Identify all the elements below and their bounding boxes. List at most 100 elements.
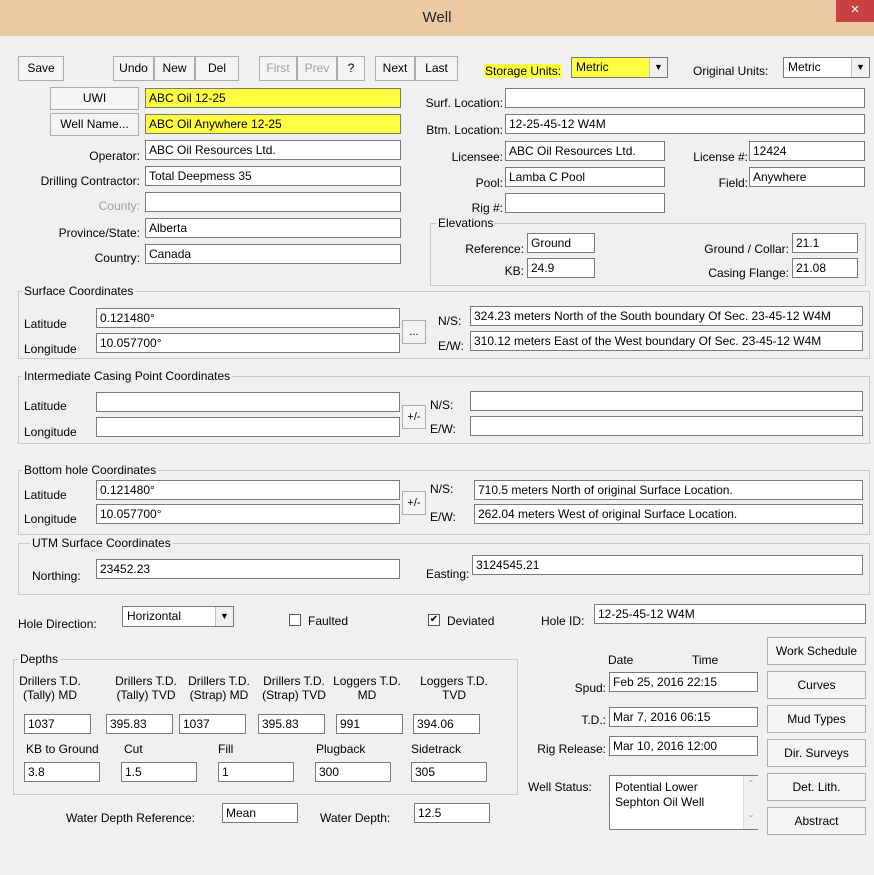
intermediate-latitude-field[interactable]	[96, 392, 400, 412]
license-field[interactable]: 12424	[749, 141, 865, 161]
next-button[interactable]: Next	[375, 56, 415, 81]
bottom-latitude-field[interactable]: 0.121480°	[96, 480, 400, 500]
surface-ns-field[interactable]: 324.23 meters North of the South boundar…	[470, 306, 863, 326]
chevron-up-icon: ⌃	[747, 779, 755, 788]
bottom-longitude-field[interactable]: 10.057700°	[96, 504, 400, 524]
licensee-field[interactable]: ABC Oil Resources Ltd.	[505, 141, 665, 161]
chevron-down-icon: ▼	[851, 58, 869, 77]
rig-field[interactable]	[505, 193, 665, 213]
td-field[interactable]: Mar 7, 2016 06:15	[609, 707, 758, 727]
kb-field[interactable]: 24.9	[527, 258, 595, 278]
sidetrack-field[interactable]: 305	[411, 762, 487, 782]
delete-button[interactable]: Del	[195, 56, 239, 81]
rig-release-field[interactable]: Mar 10, 2016 12:00	[609, 736, 758, 756]
well-status-field[interactable]: Potential Lower Sephton Oil Well	[609, 775, 758, 830]
northing-field[interactable]: 23452.23	[96, 559, 400, 579]
uwi-field[interactable]: ABC Oil 12-25	[145, 88, 401, 108]
bottom-latitude-label: Latitude	[24, 488, 67, 502]
loggers-md-field[interactable]: 991	[336, 714, 403, 734]
kb-to-ground-label: KB to Ground	[26, 742, 99, 756]
province-state-field[interactable]: Alberta	[145, 218, 401, 238]
plugback-field[interactable]: 300	[315, 762, 391, 782]
ground-collar-field[interactable]: 21.1	[792, 233, 858, 253]
help-button[interactable]: ?	[337, 56, 365, 81]
casing-flange-field[interactable]: 21.08	[792, 258, 858, 278]
spud-field[interactable]: Feb 25, 2016 22:15	[609, 672, 758, 692]
abstract-button[interactable]: Abstract	[767, 807, 866, 835]
drilling-contractor-field[interactable]: Total Deepmess 35	[145, 166, 401, 186]
tally-tvd-header: Drillers T.D. (Tally) TVD	[106, 674, 186, 702]
prev-button[interactable]: Prev	[297, 56, 337, 81]
intermediate-offset-button[interactable]: +/-	[402, 405, 426, 429]
surface-latitude-field[interactable]: 0.121480°	[96, 308, 400, 328]
pool-field[interactable]: Lamba C Pool	[505, 167, 665, 187]
save-button[interactable]: Save	[18, 56, 64, 81]
reference-field[interactable]: Ground	[527, 233, 595, 253]
kb-to-ground-field[interactable]: 3.8	[24, 762, 100, 782]
storage-units-label: Storage Units:	[484, 64, 563, 78]
well-name-button[interactable]: Well Name...	[50, 113, 139, 136]
work-schedule-button[interactable]: Work Schedule	[767, 637, 866, 665]
first-button[interactable]: First	[259, 56, 297, 81]
dir-surveys-button[interactable]: Dir. Surveys	[767, 739, 866, 767]
water-depth-field[interactable]: 12.5	[414, 803, 490, 823]
county-field[interactable]	[145, 192, 401, 212]
intermediate-longitude-field[interactable]	[96, 417, 400, 437]
original-units-select[interactable]: Metric ▼	[783, 57, 870, 78]
surface-longitude-field[interactable]: 10.057700°	[96, 333, 400, 353]
strap-md-field[interactable]: 1037	[179, 714, 246, 734]
intermediate-longitude-label: Longitude	[24, 425, 77, 439]
easting-field[interactable]: 3124545.21	[472, 555, 863, 575]
water-depth-reference-label: Water Depth Reference:	[66, 811, 195, 825]
field-field[interactable]: Anywhere	[749, 167, 865, 187]
undo-button[interactable]: Undo	[113, 56, 154, 81]
faulted-label: Faulted	[308, 614, 349, 628]
mud-types-button[interactable]: Mud Types	[767, 705, 866, 733]
uwi-button[interactable]: UWI	[50, 87, 139, 110]
water-depth-reference-field[interactable]: Mean	[222, 803, 298, 823]
cut-field[interactable]: 1.5	[121, 762, 197, 782]
td-label: T.D.:	[581, 713, 606, 727]
chevron-down-icon: ⌄	[747, 810, 755, 819]
bottom-hole-coordinates-title: Bottom hole Coordinates	[22, 463, 159, 477]
county-label: County:	[98, 199, 140, 213]
surf-location-field[interactable]	[505, 88, 865, 108]
province-state-label: Province/State:	[58, 226, 140, 240]
fill-field[interactable]: 1	[218, 762, 294, 782]
btm-location-field[interactable]: 12-25-45-12 W4M	[505, 114, 865, 134]
tally-tvd-field[interactable]: 395.83	[106, 714, 173, 734]
bottom-ns-field[interactable]: 710.5 meters North of original Surface L…	[474, 480, 863, 500]
operator-field[interactable]: ABC Oil Resources Ltd.	[145, 140, 401, 160]
intermediate-ns-field[interactable]	[470, 391, 863, 411]
water-depth-label: Water Depth:	[320, 811, 391, 825]
close-button[interactable]: ×	[836, 0, 874, 22]
loggers-md-header-line1: Loggers T.D.	[333, 674, 401, 688]
deviated-checkbox[interactable]: ✔	[428, 614, 440, 626]
window-title: Well	[422, 9, 452, 26]
intermediate-latitude-label: Latitude	[24, 399, 67, 413]
loggers-tvd-field[interactable]: 394.06	[413, 714, 480, 734]
well-status-label: Well Status:	[528, 780, 592, 794]
pool-label: Pool:	[475, 176, 503, 190]
country-field[interactable]: Canada	[145, 244, 401, 264]
hole-id-field[interactable]: 12-25-45-12 W4M	[594, 604, 866, 624]
new-button[interactable]: New	[154, 56, 195, 81]
well-status-scrollbar[interactable]: ⌃ ⌄	[743, 776, 758, 829]
last-button[interactable]: Last	[415, 56, 458, 81]
surface-ns-label: N/S:	[438, 314, 462, 328]
bottom-ew-field[interactable]: 262.04 meters West of original Surface L…	[474, 504, 863, 524]
storage-units-select[interactable]: Metric ▼	[571, 57, 668, 78]
det-lith-button[interactable]: Det. Lith.	[767, 773, 866, 801]
intermediate-ew-field[interactable]	[470, 416, 863, 436]
faulted-checkbox[interactable]	[289, 614, 301, 626]
surface-calc-button[interactable]: ...	[402, 320, 426, 344]
well-name-field[interactable]: ABC Oil Anywhere 12-25	[145, 114, 401, 134]
curves-button[interactable]: Curves	[767, 671, 866, 699]
tally-md-field[interactable]: 1037	[24, 714, 91, 734]
bottom-offset-button[interactable]: +/-	[402, 491, 426, 515]
hole-direction-select[interactable]: Horizontal ▼	[122, 606, 234, 627]
drilling-contractor-label: Drilling Contractor:	[40, 174, 140, 188]
strap-tvd-field[interactable]: 395.83	[258, 714, 325, 734]
btm-location-label: Btm. Location:	[426, 123, 503, 137]
surface-ew-field[interactable]: 310.12 meters East of the West boundary …	[470, 331, 863, 351]
